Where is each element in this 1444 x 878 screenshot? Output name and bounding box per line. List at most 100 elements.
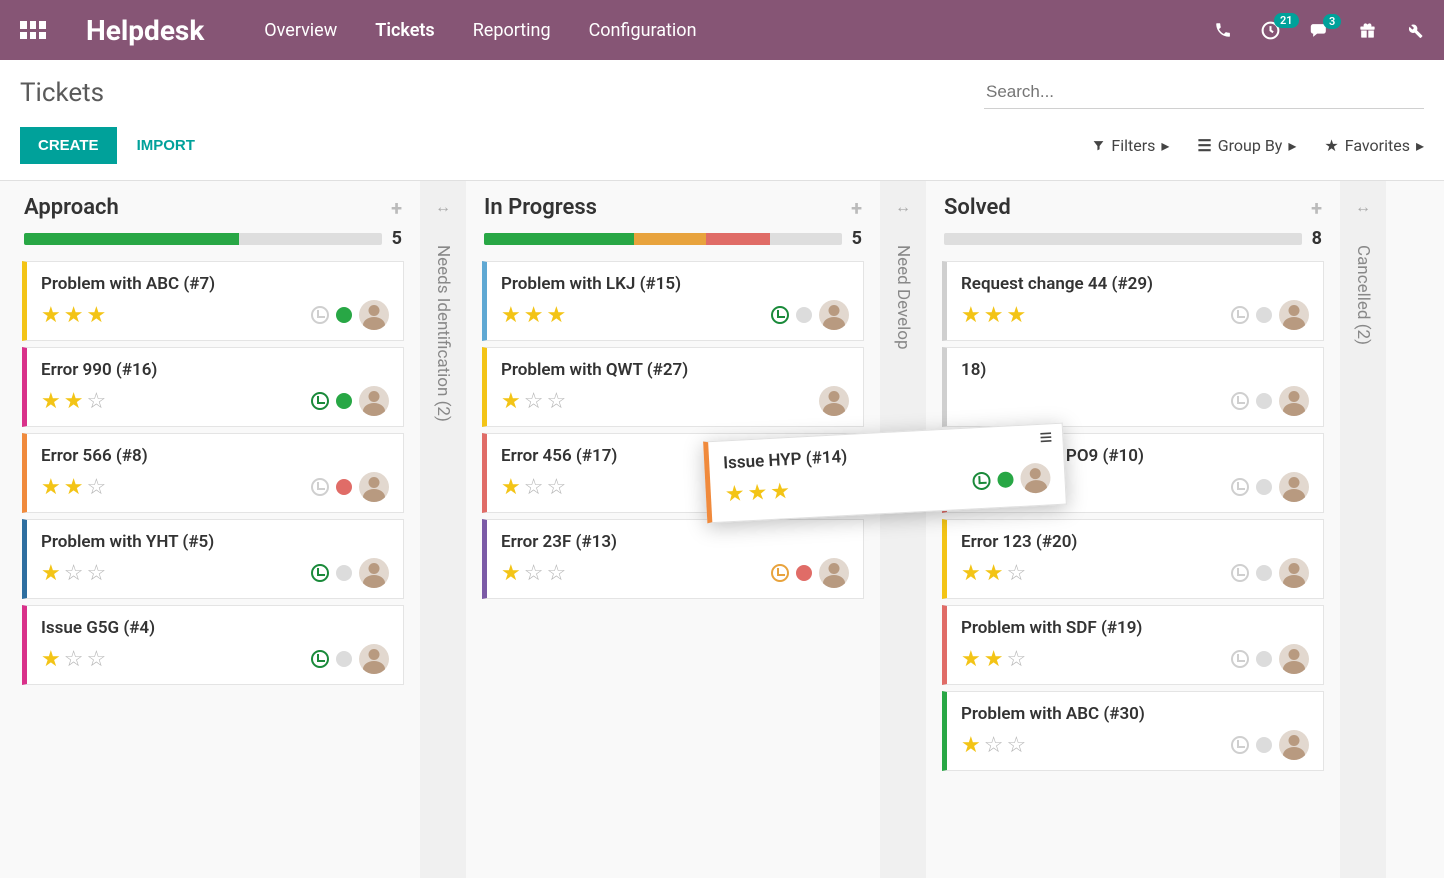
kanban-card[interactable]: Problem with QWT (#27) ★☆☆ [482,347,864,427]
messages-icon[interactable]: 3 [1309,21,1330,40]
star-icon[interactable]: ★ [41,561,61,586]
star-icon[interactable]: ★ [41,475,61,500]
kanban-card[interactable]: 18) [942,347,1324,427]
avatar[interactable] [359,558,389,588]
priority-stars[interactable]: ★☆☆ [501,389,566,414]
star-icon[interactable]: ★ [770,479,791,505]
star-icon[interactable]: ☆ [1006,647,1026,672]
star-icon[interactable]: ☆ [524,561,544,586]
star-icon[interactable]: ★ [546,303,566,328]
kanban-card[interactable]: Error 23F (#13) ★☆☆ [482,519,864,599]
priority-stars[interactable]: ★★★ [961,303,1026,328]
star-icon[interactable]: ★ [984,647,1004,672]
avatar[interactable] [1020,462,1052,494]
star-icon[interactable]: ☆ [86,561,106,586]
star-icon[interactable]: ☆ [546,475,566,500]
create-button[interactable]: CREATE [20,127,117,164]
star-icon[interactable]: ★ [41,647,61,672]
priority-stars[interactable]: ★☆☆ [41,561,106,586]
collapsed-column[interactable]: ↔ Need Develop [880,181,926,878]
avatar[interactable] [1279,472,1309,502]
kanban-card[interactable]: Issue G5G (#4) ★☆☆ [22,605,404,685]
add-card-icon[interactable]: + [1311,196,1322,220]
avatar[interactable] [1279,644,1309,674]
star-icon[interactable]: ★ [41,389,61,414]
priority-stars[interactable]: ★☆☆ [501,561,566,586]
star-icon[interactable]: ☆ [86,647,106,672]
tools-icon[interactable] [1405,21,1424,40]
add-card-icon[interactable]: + [851,196,862,220]
avatar[interactable] [819,300,849,330]
star-icon[interactable]: ★ [961,647,981,672]
star-icon[interactable]: ☆ [984,733,1004,758]
import-button[interactable]: IMPORT [137,137,195,154]
priority-stars[interactable]: ★★☆ [41,475,106,500]
kanban-card[interactable]: Error 566 (#8) ★★☆ [22,433,404,513]
star-icon[interactable]: ★ [64,303,84,328]
star-icon[interactable]: ★ [961,561,981,586]
kanban-card[interactable]: Problem with YHT (#5) ★☆☆ [22,519,404,599]
kanban-card[interactable]: Error 990 (#16) ★★☆ [22,347,404,427]
star-icon[interactable]: ★ [1006,303,1026,328]
star-icon[interactable]: ★ [501,303,521,328]
priority-stars[interactable]: ★☆☆ [501,475,566,500]
collapsed-column[interactable]: ↔ Needs Identification (2) [420,181,466,878]
groupby-dropdown[interactable]: ☰ Group By ▸ [1197,136,1296,155]
phone-icon[interactable] [1214,21,1232,39]
avatar[interactable] [1279,300,1309,330]
collapsed-column[interactable]: ↔ Cancelled (2) [1340,181,1386,878]
star-icon[interactable]: ★ [747,480,768,506]
favorites-dropdown[interactable]: ★ Favorites ▸ [1324,136,1424,155]
star-icon[interactable]: ★ [724,481,745,507]
star-icon[interactable]: ☆ [524,389,544,414]
avatar[interactable] [819,386,849,416]
star-icon[interactable]: ★ [524,303,544,328]
nav-reporting[interactable]: Reporting [473,20,551,41]
nav-configuration[interactable]: Configuration [589,20,697,41]
kanban-board[interactable]: Approach + 5 Problem with ABC (#7) ★★★ E… [0,181,1444,878]
card-list[interactable]: Problem with ABC (#7) ★★★ Error 990 (#16… [18,261,408,705]
card-list[interactable]: Request change 44 (#29) ★★★ 18) Problem … [938,261,1328,791]
priority-stars[interactable]: ★★★ [724,479,790,507]
kanban-card[interactable]: Request change 44 (#29) ★★★ [942,261,1324,341]
star-icon[interactable]: ☆ [64,561,84,586]
priority-stars[interactable]: ★★☆ [961,647,1026,672]
kanban-card[interactable]: Error 123 (#20) ★★☆ [942,519,1324,599]
avatar[interactable] [1279,730,1309,760]
star-icon[interactable]: ☆ [1006,561,1026,586]
priority-stars[interactable]: ★★★ [41,303,106,328]
apps-launcher-icon[interactable] [20,21,46,39]
star-icon[interactable]: ★ [501,475,521,500]
priority-stars[interactable]: ★★☆ [41,389,106,414]
avatar[interactable] [359,386,389,416]
star-icon[interactable]: ☆ [546,561,566,586]
kanban-card[interactable]: Problem with ABC (#30) ★☆☆ [942,691,1324,771]
avatar[interactable] [359,644,389,674]
star-icon[interactable]: ★ [501,389,521,414]
star-icon[interactable]: ☆ [86,475,106,500]
star-icon[interactable]: ☆ [64,647,84,672]
star-icon[interactable]: ★ [961,303,981,328]
priority-stars[interactable]: ★★★ [501,303,566,328]
nav-tickets[interactable]: Tickets [375,20,434,41]
priority-stars[interactable]: ★★☆ [961,561,1026,586]
filters-dropdown[interactable]: Filters ▸ [1092,136,1169,155]
star-icon[interactable]: ☆ [86,389,106,414]
priority-stars[interactable]: ★☆☆ [961,733,1026,758]
gift-icon[interactable] [1358,21,1377,40]
avatar[interactable] [819,558,849,588]
menu-icon[interactable]: ≡ [1039,432,1050,444]
star-icon[interactable]: ★ [984,561,1004,586]
star-icon[interactable]: ★ [64,389,84,414]
star-icon[interactable]: ★ [41,303,61,328]
avatar[interactable] [1279,386,1309,416]
priority-stars[interactable]: ★☆☆ [41,647,106,672]
star-icon[interactable]: ☆ [546,389,566,414]
star-icon[interactable]: ★ [501,561,521,586]
kanban-card[interactable]: Problem with LKJ (#15) ★★★ [482,261,864,341]
avatar[interactable] [1279,558,1309,588]
star-icon[interactable]: ★ [64,475,84,500]
nav-overview[interactable]: Overview [264,20,337,41]
star-icon[interactable]: ☆ [524,475,544,500]
star-icon[interactable]: ★ [86,303,106,328]
